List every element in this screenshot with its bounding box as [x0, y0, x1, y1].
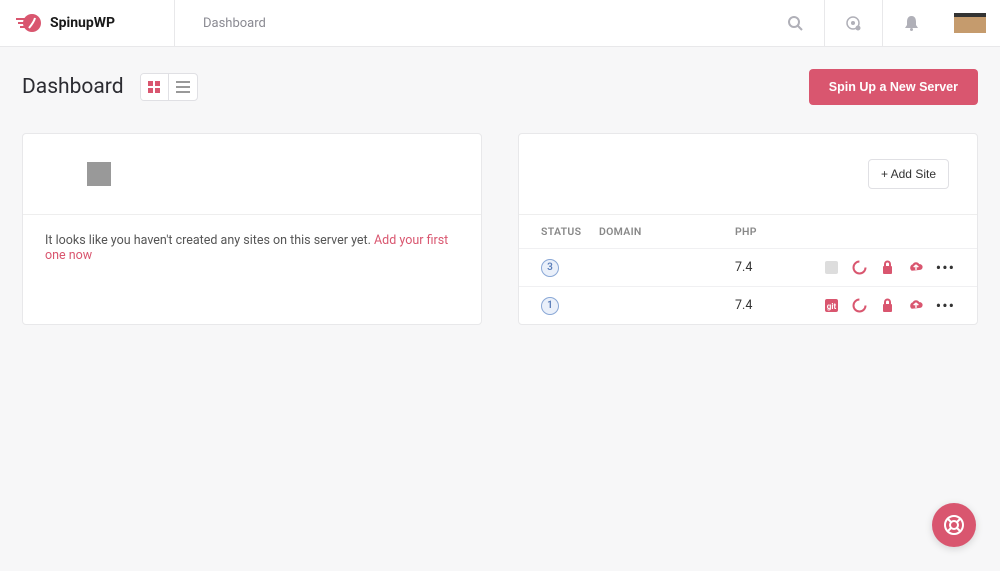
- top-header: SpinupWP Dashboard: [0, 0, 1000, 47]
- backup-icon[interactable]: [908, 260, 924, 276]
- empty-state-message: It looks like you haven't created any si…: [23, 214, 481, 281]
- table-row[interactable]: 3 7.4 •••: [519, 248, 977, 286]
- more-actions-button[interactable]: •••: [936, 258, 955, 277]
- list-icon: [176, 81, 190, 93]
- row-actions: git •••: [824, 296, 955, 315]
- list-view-button[interactable]: [169, 74, 197, 100]
- cache-icon[interactable]: [852, 260, 868, 276]
- git-icon[interactable]: git: [824, 298, 840, 314]
- header-actions: [766, 0, 1000, 46]
- lock-icon[interactable]: [880, 298, 896, 314]
- logo-text: SpinupWP: [50, 15, 115, 31]
- avatar[interactable]: [940, 13, 1000, 33]
- provider-icon: [87, 162, 111, 186]
- spin-up-server-button[interactable]: Spin Up a New Server: [809, 69, 978, 105]
- php-cell: 7.4: [735, 260, 805, 275]
- site-table-header: STATUS DOMAIN PHP: [519, 214, 977, 248]
- page-header: Dashboard Spin Up a New Server: [0, 47, 1000, 105]
- card-header: + Add Site: [519, 134, 977, 214]
- more-actions-button[interactable]: •••: [936, 296, 955, 315]
- logo-area[interactable]: SpinupWP: [0, 0, 175, 46]
- server-card-sites: + Add Site STATUS DOMAIN PHP 3 7.4 ••• 1…: [518, 133, 978, 325]
- settings-button[interactable]: [824, 0, 882, 46]
- cache-icon[interactable]: [852, 298, 868, 314]
- lock-icon[interactable]: [880, 260, 896, 276]
- server-cards: It looks like you haven't created any si…: [0, 105, 1000, 353]
- search-button[interactable]: [766, 0, 824, 46]
- logo-icon: [16, 12, 42, 34]
- grid-icon: [148, 81, 160, 93]
- notifications-button[interactable]: [882, 0, 940, 46]
- git-icon[interactable]: [824, 260, 840, 276]
- breadcrumb[interactable]: Dashboard: [175, 16, 766, 31]
- row-actions: •••: [824, 258, 955, 277]
- gear-icon: [845, 15, 862, 32]
- status-badge: 1: [541, 297, 559, 315]
- empty-text: It looks like you haven't created any si…: [45, 233, 374, 248]
- help-fab[interactable]: [932, 503, 976, 547]
- status-badge: 3: [541, 259, 559, 277]
- grid-view-button[interactable]: [141, 74, 169, 100]
- bell-icon: [904, 15, 919, 31]
- page-title: Dashboard: [22, 75, 124, 99]
- search-icon: [787, 15, 803, 31]
- server-card-empty: It looks like you haven't created any si…: [22, 133, 482, 325]
- card-header: [23, 134, 481, 214]
- col-domain-header: DOMAIN: [599, 225, 735, 238]
- col-php-header: PHP: [735, 225, 805, 238]
- php-cell: 7.4: [735, 298, 805, 313]
- svg-text:git: git: [827, 302, 837, 311]
- backup-icon[interactable]: [908, 298, 924, 314]
- table-row[interactable]: 1 7.4 git •••: [519, 286, 977, 324]
- view-toggle: [140, 73, 198, 101]
- add-site-button[interactable]: + Add Site: [868, 159, 949, 189]
- col-status-header: STATUS: [541, 225, 599, 238]
- lifebuoy-icon: [943, 514, 965, 536]
